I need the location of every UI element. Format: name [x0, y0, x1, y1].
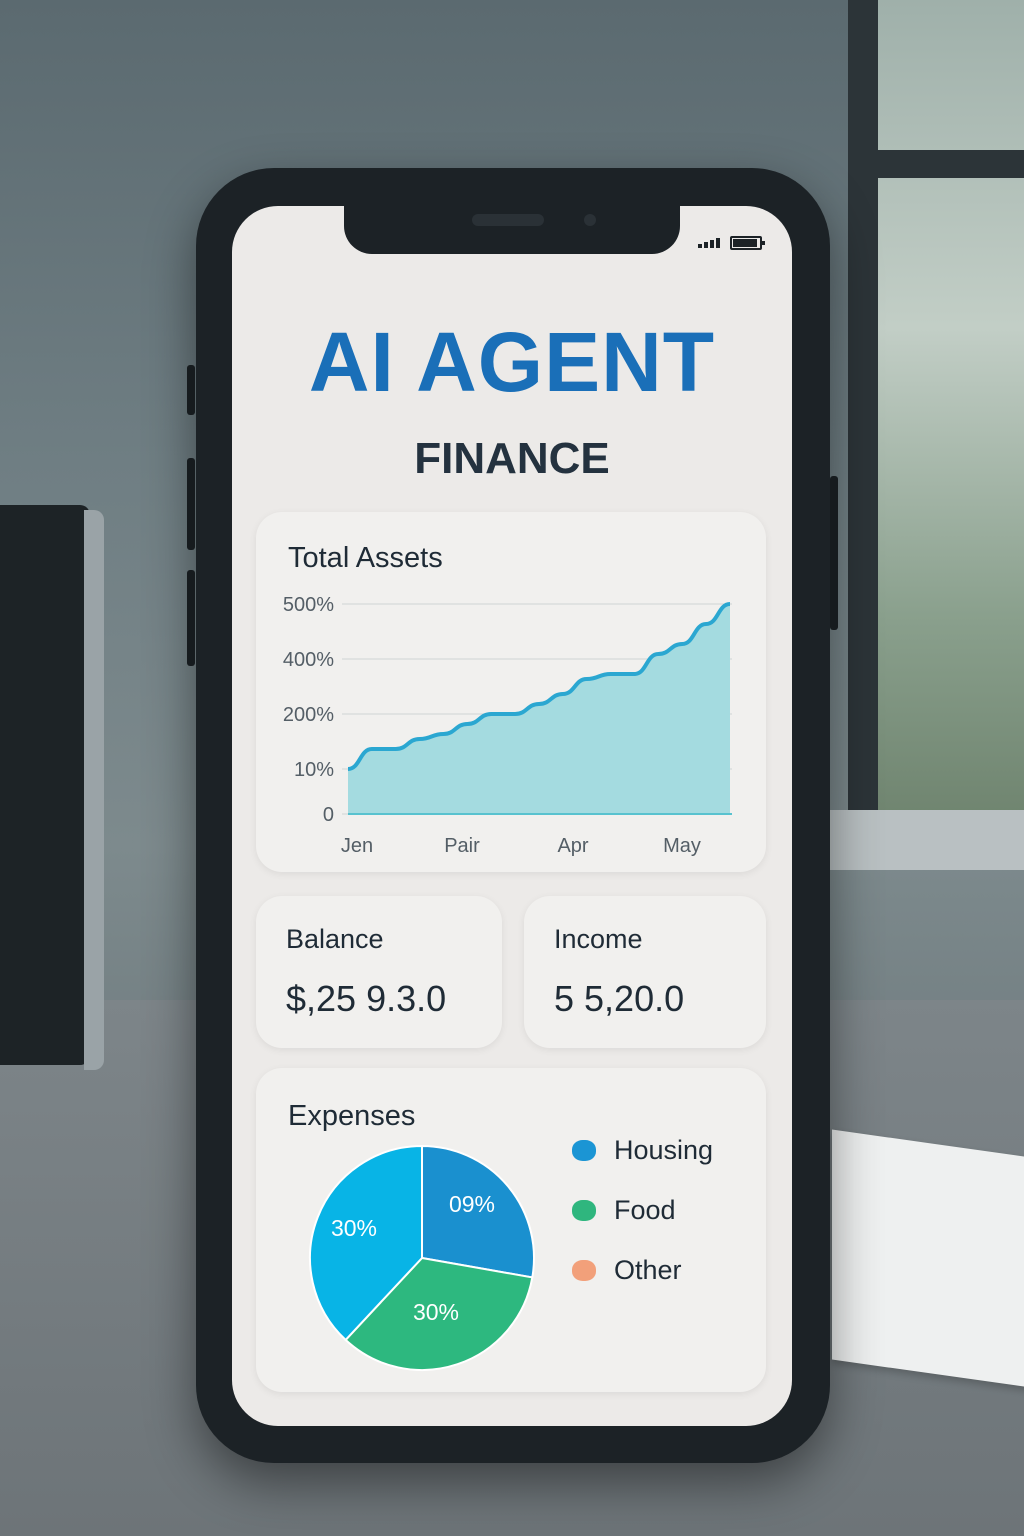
background-window — [860, 0, 1024, 820]
volume-up-button[interactable] — [187, 458, 195, 550]
app-subtitle: FINANCE — [414, 434, 610, 483]
expenses-card[interactable]: Expenses 09% 30% 30% Housing Food Other — [256, 1068, 766, 1392]
background-window-bar — [860, 150, 1024, 178]
legend-item-other[interactable]: Other — [572, 1240, 713, 1300]
x-tick-label: Pair — [444, 835, 480, 857]
y-tick-label: 400% — [283, 649, 334, 671]
legend-item-food[interactable]: Food — [572, 1180, 713, 1240]
mute-switch[interactable] — [187, 365, 195, 415]
y-tick-label: 500% — [283, 594, 334, 616]
legend-label-housing: Housing — [614, 1134, 714, 1165]
income-card[interactable]: Income 5 5,20.0 — [524, 896, 766, 1048]
total-assets-chart: 500% 400% 200% 10% 0 Jen Pair Apr May — [283, 594, 732, 857]
legend-label-food: Food — [614, 1194, 676, 1225]
notch — [344, 206, 680, 254]
y-tick-label: 200% — [283, 704, 334, 726]
total-assets-card[interactable]: Total Assets 500% 400% 200% 10% 0 Jen Pair Apr M… — [256, 512, 766, 872]
volume-down-button[interactable] — [187, 570, 195, 666]
balance-value: $,25 9.3.0 — [286, 978, 447, 1019]
income-value: 5 5,20.0 — [554, 978, 685, 1019]
background-laptop — [0, 505, 90, 1065]
other-dot-icon — [572, 1259, 596, 1281]
expenses-legend: Housing Food Other — [572, 1120, 713, 1300]
x-tick-label: May — [663, 835, 701, 857]
pie-slice-label: 30% — [413, 1299, 459, 1325]
background-sill — [820, 810, 1024, 870]
power-button[interactable] — [830, 476, 838, 630]
assets-area — [348, 604, 730, 814]
expenses-title: Expenses — [288, 1100, 416, 1132]
balance-card[interactable]: Balance $,25 9.3.0 — [256, 896, 502, 1048]
battery-icon — [730, 236, 765, 250]
front-camera-icon — [584, 214, 596, 226]
background-paper — [832, 1129, 1024, 1391]
pie-slice-label: 09% — [449, 1191, 495, 1217]
food-dot-icon — [572, 1199, 596, 1221]
x-tick-label: Apr — [557, 835, 588, 857]
status-bar — [698, 236, 765, 250]
background-laptop-edge — [84, 510, 104, 1070]
phone-screen: AI AGENT FINANCE Total Assets 500% 400% 20… — [232, 206, 792, 1426]
expenses-pie-chart: 09% 30% 30% — [309, 1144, 535, 1371]
background-window-frame — [848, 0, 878, 820]
legend-label-other: Other — [614, 1254, 682, 1285]
signal-icon — [698, 238, 720, 248]
housing-dot-icon — [572, 1139, 596, 1161]
x-tick-label: Jen — [341, 835, 373, 857]
speaker-grille — [472, 214, 544, 226]
income-label: Income — [554, 924, 643, 954]
y-tick-label: 0 — [323, 804, 334, 826]
balance-label: Balance — [286, 924, 384, 954]
y-tick-label: 10% — [294, 759, 334, 781]
legend-item-housing[interactable]: Housing — [572, 1120, 713, 1180]
pie-slice-label: 30% — [331, 1215, 377, 1241]
app-title: AI AGENT — [308, 315, 716, 409]
